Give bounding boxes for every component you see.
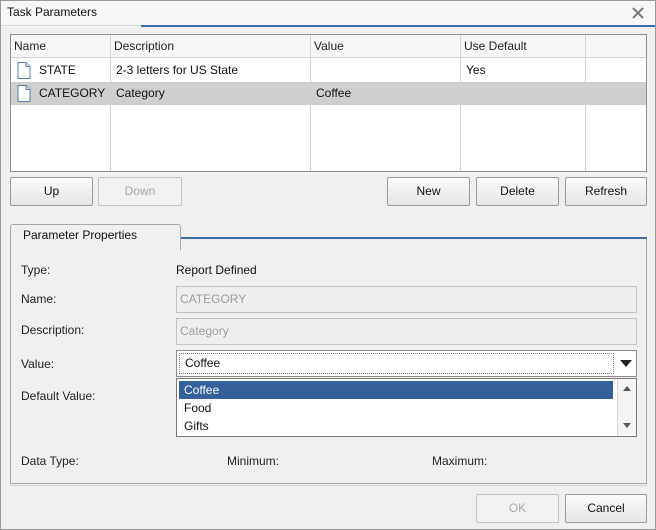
column-header-value[interactable]: Value bbox=[311, 35, 460, 58]
document-icon bbox=[17, 85, 31, 102]
up-button[interactable]: Up bbox=[10, 177, 93, 206]
type-value: Report Defined bbox=[176, 263, 257, 277]
data-type-label: Data Type: bbox=[21, 454, 79, 468]
scroll-up-icon[interactable] bbox=[623, 386, 631, 391]
cell-value bbox=[312, 59, 316, 82]
parameter-table[interactable]: Name Description Value Use Default STATE… bbox=[10, 34, 647, 172]
group-accent-line bbox=[181, 237, 647, 239]
description-label: Description: bbox=[21, 323, 85, 337]
cell-use-default: Yes bbox=[466, 63, 486, 77]
default-value-label: Default Value: bbox=[21, 389, 96, 403]
cell-value: Coffee bbox=[316, 86, 352, 100]
cell-use-default bbox=[462, 82, 466, 105]
value-label: Value: bbox=[21, 357, 55, 371]
value-options-list[interactable]: Coffee Food Gifts bbox=[176, 378, 637, 437]
description-field: Category bbox=[176, 318, 637, 345]
value-dropdown[interactable]: Coffee bbox=[176, 350, 637, 377]
chevron-down-icon[interactable] bbox=[620, 360, 632, 367]
close-icon[interactable] bbox=[631, 6, 645, 20]
down-button[interactable]: Down bbox=[98, 177, 182, 206]
table-row[interactable]: STATE 2-3 letters for US State Yes bbox=[11, 59, 646, 82]
table-row[interactable]: CATEGORY Category Coffee bbox=[11, 82, 646, 105]
name-field: CATEGORY bbox=[176, 286, 637, 313]
task-parameters-dialog: Task Parameters Name Description Value U… bbox=[0, 0, 656, 530]
group-title: Parameter Properties bbox=[23, 228, 138, 242]
cell-name: CATEGORY bbox=[39, 86, 106, 100]
list-scrollbar[interactable] bbox=[617, 379, 636, 436]
minimum-label: Minimum: bbox=[227, 454, 280, 468]
cancel-button[interactable]: Cancel bbox=[565, 494, 647, 523]
scroll-down-icon[interactable] bbox=[623, 423, 631, 428]
ok-button[interactable]: OK bbox=[476, 494, 559, 523]
title-divider bbox=[1, 25, 141, 26]
title-accent-line bbox=[141, 25, 655, 27]
maximum-label: Maximum: bbox=[432, 454, 488, 468]
list-item[interactable]: Food bbox=[179, 399, 613, 417]
table-header: Name Description Value Use Default bbox=[11, 35, 646, 58]
cell-description: 2-3 letters for US State bbox=[116, 63, 239, 77]
value-dropdown-selected[interactable]: Coffee bbox=[179, 353, 614, 374]
new-button[interactable]: New bbox=[387, 177, 470, 206]
refresh-button[interactable]: Refresh bbox=[565, 177, 647, 206]
cell-description: Category bbox=[116, 86, 165, 100]
document-icon bbox=[17, 62, 31, 79]
list-item[interactable]: Coffee bbox=[179, 381, 613, 399]
column-header-use-default[interactable]: Use Default bbox=[461, 35, 585, 58]
list-item[interactable]: Gifts bbox=[179, 417, 613, 435]
title-bar: Task Parameters bbox=[1, 1, 655, 27]
dialog-title: Task Parameters bbox=[7, 5, 98, 19]
footer-divider bbox=[10, 485, 647, 486]
type-label: Type: bbox=[21, 263, 51, 277]
cell-name: STATE bbox=[39, 63, 76, 77]
column-header-name[interactable]: Name bbox=[11, 35, 110, 58]
delete-button[interactable]: Delete bbox=[476, 177, 559, 206]
name-label: Name: bbox=[21, 292, 57, 306]
column-header-description[interactable]: Description bbox=[111, 35, 310, 58]
